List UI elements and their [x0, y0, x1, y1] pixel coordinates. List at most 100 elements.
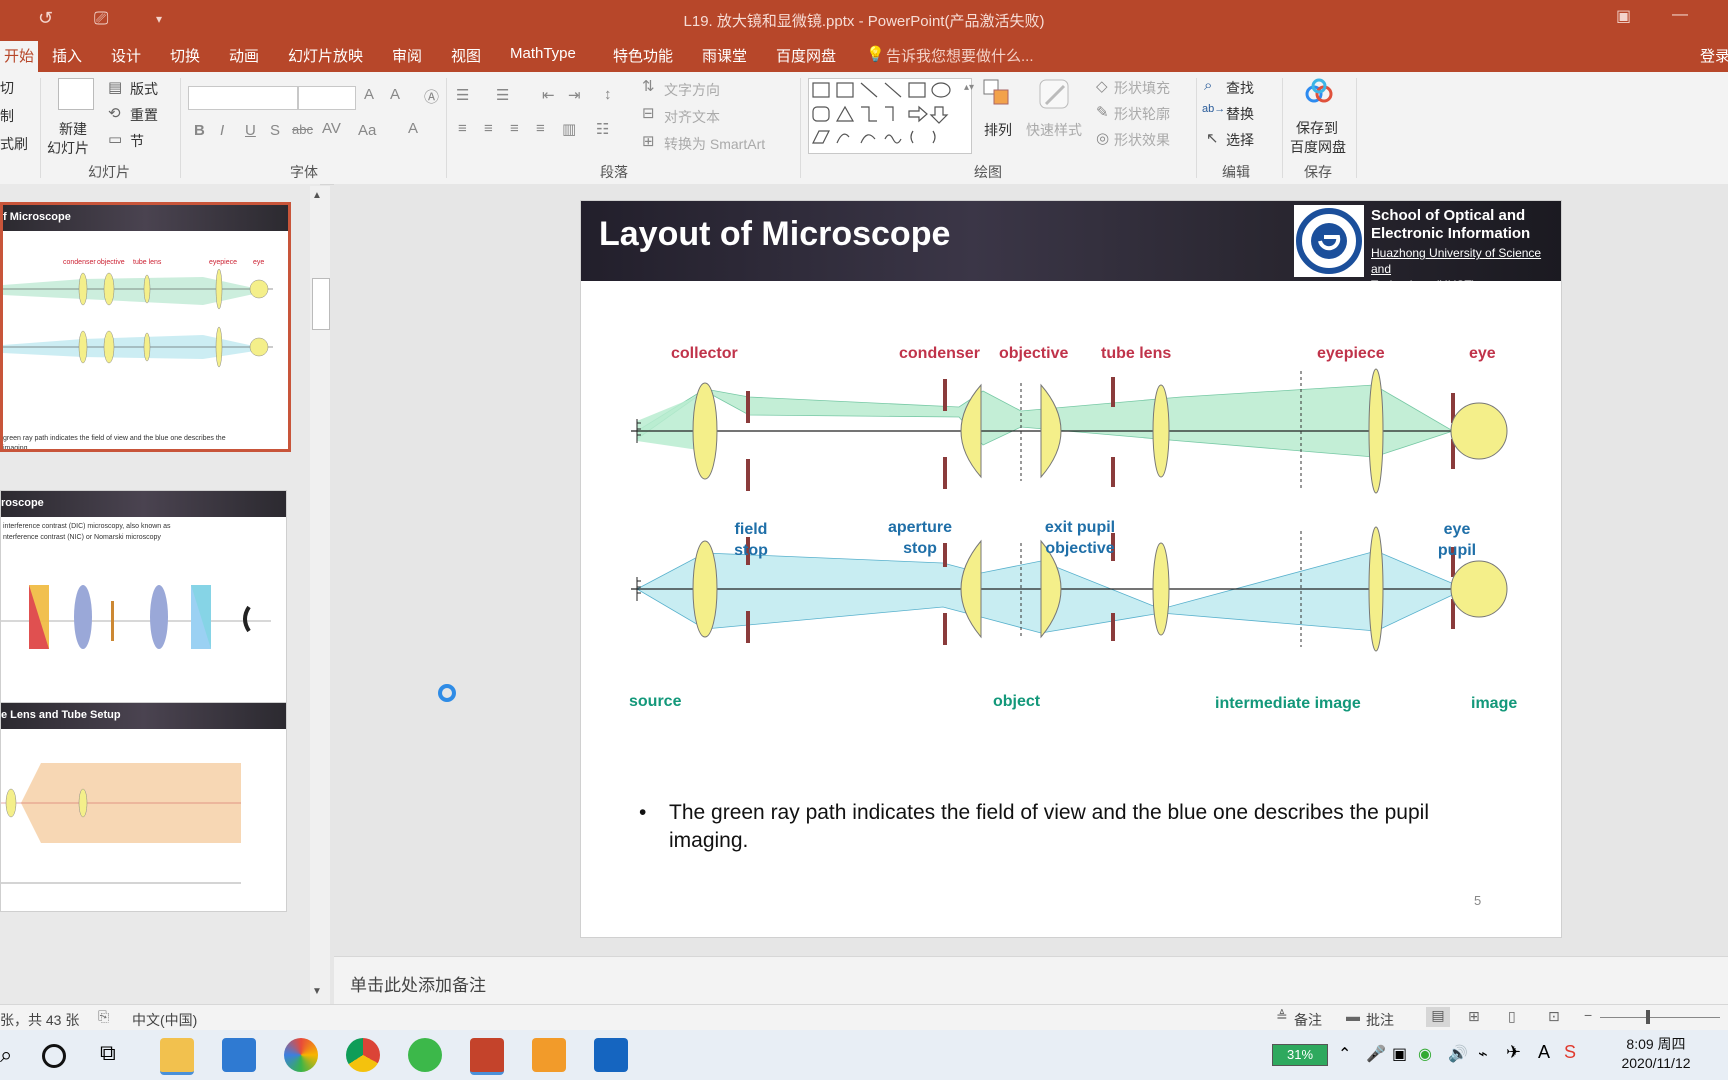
- select-button[interactable]: 选择: [1226, 130, 1254, 150]
- chrome-icon[interactable]: [346, 1038, 380, 1072]
- battery-indicator[interactable]: 31%: [1272, 1044, 1328, 1066]
- display-icon[interactable]: ▣: [1392, 1044, 1407, 1064]
- shape-effects-button[interactable]: 形状效果: [1114, 130, 1170, 150]
- reset-button[interactable]: 重置: [130, 105, 158, 125]
- slide-thumbnail-selected[interactable]: f Microscope condenser objective tube le…: [0, 202, 291, 452]
- reading-view-icon[interactable]: ▯: [1508, 1008, 1516, 1025]
- font-color-icon[interactable]: A: [408, 120, 418, 137]
- volume-icon[interactable]: 🔊: [1448, 1044, 1468, 1064]
- scrollbar-thumb[interactable]: [312, 278, 330, 330]
- powerpoint-icon[interactable]: [470, 1038, 504, 1075]
- quick-styles-icon[interactable]: [1038, 78, 1072, 112]
- tab-view[interactable]: 视图: [451, 45, 481, 66]
- yuketang-icon[interactable]: [532, 1038, 566, 1072]
- cut-button[interactable]: 切: [0, 78, 14, 98]
- zoom-slider-thumb[interactable]: [1646, 1010, 1650, 1024]
- save-to-label[interactable]: 保存到: [1296, 118, 1338, 138]
- slide-thumbnail[interactable]: e Lens and Tube Setup: [0, 702, 287, 912]
- airplane-mode-icon[interactable]: ✈: [1506, 1042, 1521, 1063]
- columns-icon[interactable]: ☷: [596, 120, 609, 138]
- tab-transitions[interactable]: 切换: [170, 45, 200, 66]
- show-hidden-icons[interactable]: ⌃: [1338, 1044, 1351, 1064]
- numbering-icon[interactable]: ☰: [496, 86, 509, 104]
- align-text-button[interactable]: 对齐文本: [664, 107, 720, 127]
- tab-special-features[interactable]: 特色功能: [613, 45, 673, 66]
- convert-smartart-button[interactable]: 转换为 SmartArt: [664, 134, 765, 154]
- arrange-icon[interactable]: [982, 78, 1012, 110]
- cortana-icon[interactable]: [42, 1044, 66, 1068]
- wechat-icon[interactable]: [408, 1038, 442, 1072]
- save-to-label-2[interactable]: 百度网盘: [1290, 137, 1346, 157]
- tab-home[interactable]: 开始: [0, 41, 39, 72]
- scroll-up-arrow-icon[interactable]: ▲: [312, 190, 322, 201]
- notes-placeholder[interactable]: 单击此处添加备注: [350, 971, 486, 996]
- shrink-font-icon[interactable]: A: [390, 86, 400, 103]
- spell-check-icon[interactable]: ⎘: [98, 1008, 109, 1025]
- arrange-button[interactable]: 排列: [984, 120, 1012, 140]
- microphone-icon[interactable]: 🎤: [1366, 1044, 1386, 1064]
- quick-styles-button[interactable]: 快速样式: [1026, 120, 1082, 140]
- normal-view-icon[interactable]: ▤: [1426, 1007, 1450, 1027]
- align-center-icon[interactable]: ≡: [484, 120, 493, 137]
- zoom-out-icon[interactable]: −: [1584, 1007, 1592, 1023]
- power-plug-icon[interactable]: ⌁: [1478, 1044, 1488, 1064]
- line-spacing-icon[interactable]: ↕: [604, 86, 612, 103]
- grow-font-icon[interactable]: A: [364, 86, 374, 103]
- increase-indent-icon[interactable]: ⇥: [568, 86, 581, 104]
- mail-icon[interactable]: [222, 1038, 256, 1072]
- shapes-scroll-icon[interactable]: ▴▾: [964, 82, 974, 93]
- align-right-icon[interactable]: ≡: [510, 120, 519, 137]
- tab-rain-classroom[interactable]: 雨课堂: [702, 45, 747, 66]
- shapes-gallery[interactable]: [808, 78, 972, 154]
- notes-pane[interactable]: 单击此处添加备注: [334, 956, 1728, 1005]
- replace-button[interactable]: 替换: [1226, 104, 1254, 124]
- char-spacing-icon[interactable]: AV: [322, 120, 341, 137]
- zoom-slider[interactable]: [1600, 1017, 1720, 1018]
- shadow-icon[interactable]: S: [270, 122, 280, 139]
- network-app-icon[interactable]: ◉: [1418, 1044, 1432, 1064]
- bullet-text[interactable]: • The green ray path indicates the field…: [639, 799, 1499, 855]
- new-slide-label-2[interactable]: 幻灯片: [47, 138, 89, 158]
- slideshow-icon[interactable]: ⊡: [1548, 1008, 1560, 1025]
- layout-button[interactable]: 版式: [130, 79, 158, 99]
- text-direction-button[interactable]: 文字方向: [664, 80, 720, 100]
- slide-sorter-icon[interactable]: ⊞: [1468, 1008, 1480, 1025]
- new-slide-icon[interactable]: [58, 78, 94, 110]
- input-method-icon[interactable]: A: [1538, 1042, 1550, 1063]
- justify-icon[interactable]: ≡: [536, 120, 545, 137]
- photos-app-icon[interactable]: [594, 1038, 628, 1072]
- search-icon[interactable]: ⌕: [0, 1042, 12, 1068]
- font-size-select[interactable]: [298, 86, 356, 110]
- file-explorer-icon[interactable]: [160, 1038, 194, 1075]
- shape-fill-button[interactable]: 形状填充: [1114, 78, 1170, 98]
- color-wheel-app-icon[interactable]: [284, 1038, 318, 1072]
- copy-button[interactable]: 制: [0, 106, 14, 126]
- thumbnails-scrollbar[interactable]: ▲ ▼: [310, 186, 330, 1004]
- tab-insert[interactable]: 插入: [52, 45, 82, 66]
- bullets-icon[interactable]: ☰: [456, 86, 469, 104]
- shape-outline-button[interactable]: 形状轮廓: [1114, 104, 1170, 124]
- current-slide[interactable]: Layout of Microscope School of Optical a…: [580, 200, 1562, 938]
- tell-me-search[interactable]: 告诉我您想要做什么...: [886, 45, 1034, 66]
- tab-animations[interactable]: 动画: [229, 45, 259, 66]
- sogou-ime-icon[interactable]: S: [1564, 1042, 1576, 1063]
- format-painter-button[interactable]: 式刷: [0, 134, 28, 154]
- font-family-select[interactable]: [188, 86, 298, 110]
- tab-design[interactable]: 设计: [111, 45, 141, 66]
- scroll-down-arrow-icon[interactable]: ▼: [312, 986, 322, 997]
- notes-toggle[interactable]: 备注: [1294, 1010, 1322, 1030]
- tab-slideshow[interactable]: 幻灯片放映: [288, 45, 363, 66]
- minimize-icon[interactable]: —: [1672, 6, 1688, 24]
- italic-icon[interactable]: I: [220, 122, 224, 139]
- section-button[interactable]: 节: [130, 131, 144, 151]
- tab-baidu-netdisk[interactable]: 百度网盘: [776, 45, 836, 66]
- language-indicator[interactable]: 中文(中国): [132, 1010, 197, 1030]
- system-clock[interactable]: 8:09 周四 2020/11/12: [1606, 1035, 1706, 1073]
- tab-review[interactable]: 审阅: [392, 45, 422, 66]
- strikethrough-icon[interactable]: abc: [292, 122, 313, 137]
- login-link[interactable]: 登录: [1700, 45, 1728, 66]
- tab-mathtype[interactable]: MathType: [510, 45, 576, 62]
- comments-toggle[interactable]: 批注: [1366, 1010, 1394, 1030]
- bold-icon[interactable]: B: [194, 122, 205, 139]
- align-left-icon[interactable]: ≡: [458, 120, 467, 137]
